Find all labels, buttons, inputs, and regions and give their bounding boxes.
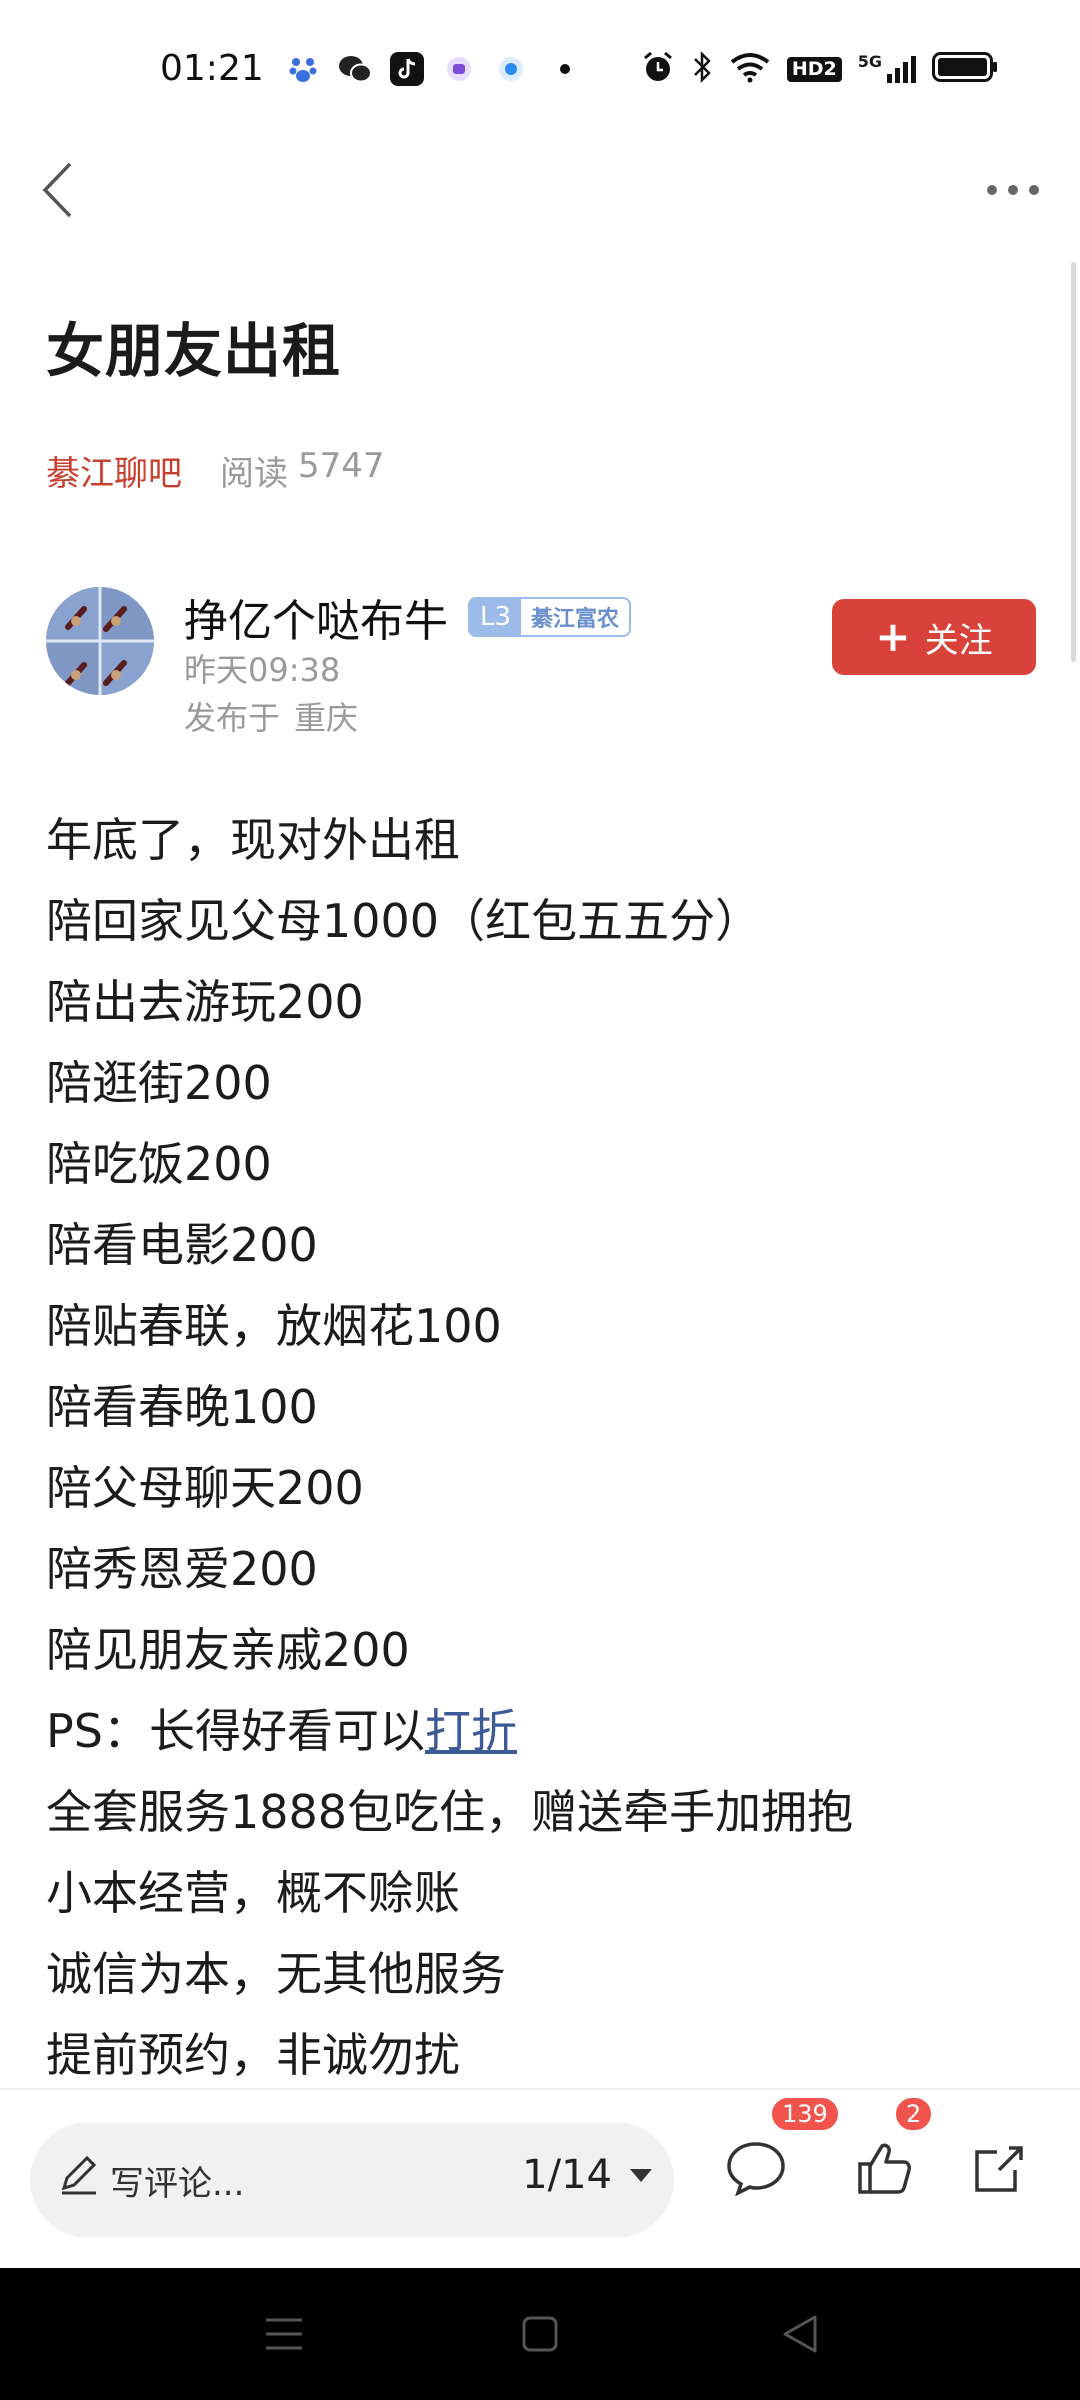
more-notifications-dot	[560, 64, 570, 74]
hd-icon: HD2	[786, 56, 842, 82]
bluetooth-icon	[691, 50, 713, 88]
ps-text: PS：长得好看可以	[46, 1704, 425, 1758]
author-name-row: 挣亿个哒布牛 L3 綦江富农	[184, 585, 632, 649]
post-time: 昨天09:38	[184, 651, 341, 689]
tiktok-icon	[390, 52, 424, 86]
published-label: 发布于	[184, 699, 281, 737]
pen-icon	[61, 2155, 97, 2195]
level-badge: L3 綦江富农	[468, 597, 632, 637]
square-icon	[522, 2316, 558, 2352]
discount-link[interactable]: 打折	[425, 1704, 517, 1758]
read-number: 5747	[298, 446, 385, 486]
post-meta: 綦江聊吧 阅读 5747	[46, 446, 385, 495]
level-title: 綦江富农	[531, 606, 620, 632]
page-selector[interactable]: 1/14	[522, 2152, 654, 2198]
comments-button[interactable]: 139	[718, 2096, 840, 2206]
share-icon	[975, 2146, 1023, 2192]
blue-app-icon	[494, 52, 528, 86]
body-line: 年底了，现对外出租	[46, 813, 460, 867]
alarm-icon	[641, 50, 675, 88]
body-line: 陪吃饭200	[46, 1137, 272, 1191]
system-back-button[interactable]	[770, 2304, 830, 2364]
wifi-icon	[729, 51, 771, 87]
like-button[interactable]: 2	[846, 2096, 934, 2206]
comment-input[interactable]: 写评论... 1/14	[30, 2122, 674, 2238]
triangle-back-icon	[783, 2315, 817, 2353]
body-line: 陪贴春联，放烟花100	[46, 1299, 502, 1353]
bottom-action-bar: 写评论... 1/14 139 2	[0, 2090, 1080, 2268]
purple-app-icon	[442, 52, 476, 86]
author-block: 挣亿个哒布牛 L3 綦江富农 昨天09:38 发布于 重庆 + 关注	[46, 585, 1036, 737]
plus-icon: +	[875, 612, 911, 661]
body-line: 陪见朋友亲戚200	[46, 1623, 410, 1677]
system-nav-bar	[0, 2268, 1080, 2400]
level-number: L3	[470, 599, 522, 635]
follow-button[interactable]: + 关注	[832, 599, 1036, 675]
body-line: 陪看电影200	[46, 1218, 318, 1272]
avatar[interactable]	[46, 587, 154, 695]
post-title: 女朋友出租	[46, 317, 342, 385]
more-options-button[interactable]	[968, 150, 1058, 230]
body-line: 全套服务1888包吃住，赠送牵手加拥抱	[46, 1785, 854, 1839]
scroll-indicator	[1071, 262, 1076, 662]
body-line: 陪出去游玩200	[46, 975, 364, 1029]
notification-icons	[286, 52, 570, 86]
follow-label: 关注	[924, 620, 993, 661]
body-line: 陪看春晚100	[46, 1380, 318, 1434]
wechat-icon	[338, 52, 372, 86]
thumbs-up-icon	[858, 2143, 911, 2194]
page-indicator-text: 1/14	[522, 2152, 612, 2198]
network-type-label: 5G	[857, 52, 882, 71]
forum-link[interactable]: 綦江聊吧	[46, 446, 182, 495]
baidu-icon	[286, 52, 320, 86]
signal-icon: 5G	[858, 54, 916, 84]
body-line: 陪回家见父母1000（红包五五分）	[46, 894, 762, 948]
system-icons: HD2 5G	[641, 50, 998, 88]
status-bar: 01:21 HD2 5G	[0, 0, 1080, 140]
location-value: 重庆	[294, 699, 359, 737]
recent-apps-button[interactable]	[254, 2304, 314, 2364]
comment-placeholder: 写评论...	[110, 2164, 245, 2204]
post-body: 年底了，现对外出租 陪回家见父母1000（红包五五分） 陪出去游玩200 陪逛街…	[46, 800, 1046, 2096]
more-dots-icon	[987, 185, 1039, 195]
chevron-left-icon	[42, 162, 72, 218]
like-count-badge: 2	[894, 2096, 934, 2132]
back-button[interactable]	[22, 150, 92, 230]
home-button[interactable]	[510, 2304, 570, 2364]
body-line: 陪父母聊天200	[46, 1461, 364, 1515]
comment-count-badge: 139	[770, 2096, 840, 2132]
read-label: 阅读	[220, 454, 288, 494]
status-time: 01:21	[160, 48, 264, 89]
menu-lines-icon	[266, 2318, 302, 2350]
read-count: 阅读 5747	[220, 446, 385, 495]
caret-down-icon	[630, 2169, 652, 2182]
body-line: 陪逛街200	[46, 1056, 272, 1110]
comment-icon	[727, 2142, 785, 2196]
body-line: 陪秀恩爱200	[46, 1542, 318, 1596]
body-line: 小本经营，概不赊账	[46, 1866, 460, 1920]
share-button[interactable]	[962, 2130, 1038, 2206]
author-name[interactable]: 挣亿个哒布牛	[184, 585, 448, 649]
post-location: 发布于 重庆	[184, 693, 358, 739]
body-line: 提前预约，非诚勿扰	[46, 2028, 460, 2082]
battery-icon	[932, 52, 998, 86]
body-line-ps: PS：长得好看可以打折	[46, 1691, 1046, 1772]
body-line: 诚信为本，无其他服务	[46, 1947, 506, 2001]
